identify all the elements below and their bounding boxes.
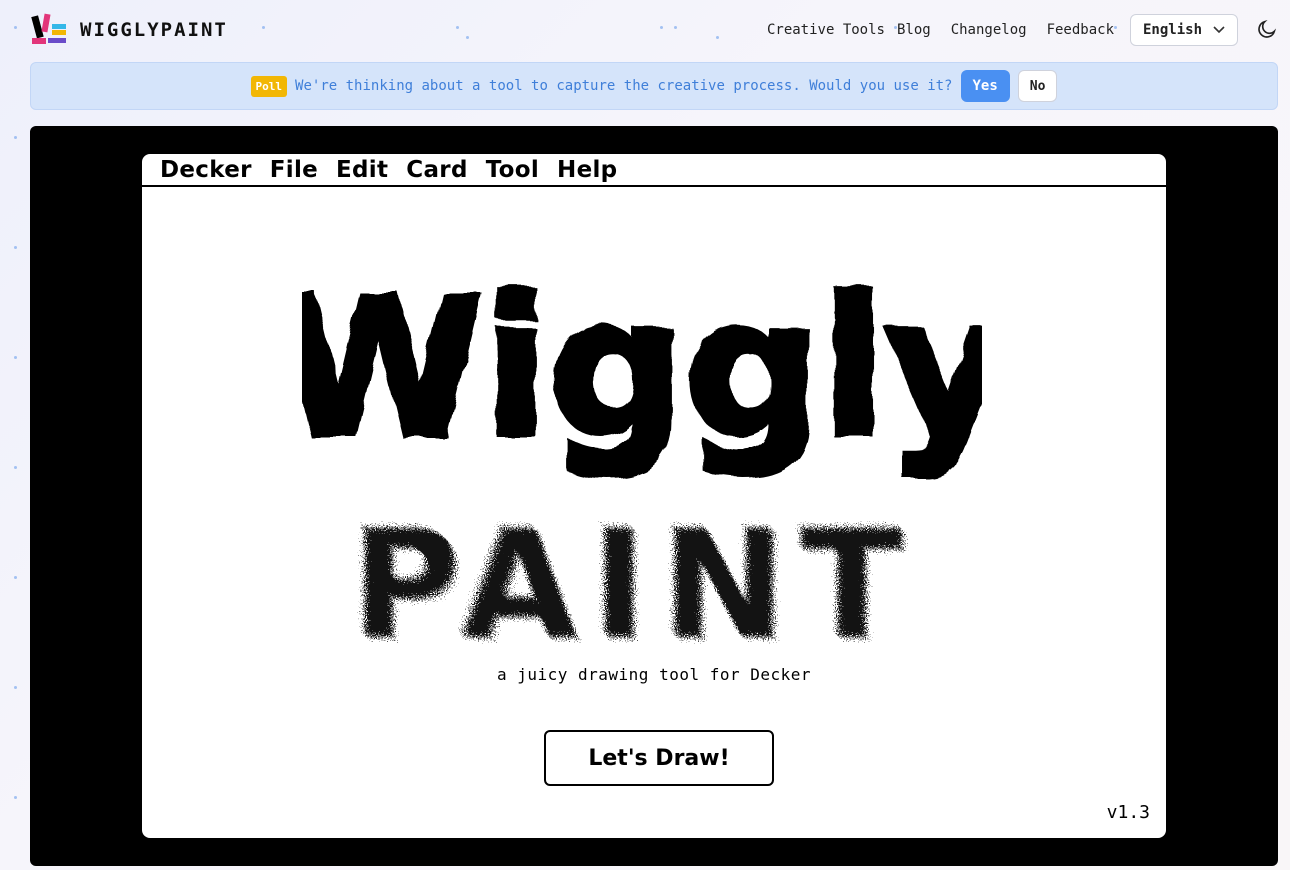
poll-no-button[interactable]: No (1017, 70, 1058, 102)
menu-edit[interactable]: Edit (336, 157, 388, 183)
decker-menubar: Decker File Edit Card Tool Help (142, 154, 1166, 187)
chevron-down-icon (1213, 22, 1225, 38)
language-value: English (1143, 22, 1203, 38)
menu-help[interactable]: Help (557, 157, 617, 183)
decker-screen: Decker File Edit Card Tool Help Wiggly P… (142, 154, 1166, 838)
lets-draw-button[interactable]: Let's Draw! (544, 730, 774, 786)
wiggly-paint-title-art: Wiggly PAINT (302, 259, 982, 659)
menu-decker[interactable]: Decker (160, 157, 252, 183)
site-header: WIGGLYPAINT Creative Tools Blog Changelo… (0, 0, 1290, 60)
poll-yes-button[interactable]: Yes (960, 70, 1010, 102)
menu-file[interactable]: File (270, 157, 318, 183)
menu-tool[interactable]: Tool (486, 157, 539, 183)
poll-banner: Poll We're thinking about a tool to capt… (30, 62, 1278, 110)
brand-logo[interactable]: WIGGLYPAINT (30, 12, 228, 48)
menu-card[interactable]: Card (406, 157, 467, 183)
nav-feedback[interactable]: Feedback (1047, 22, 1114, 38)
title-line-wiggly: Wiggly (302, 259, 982, 479)
poll-badge: Poll (250, 75, 288, 97)
nav-creative-tools[interactable]: Creative Tools (767, 22, 885, 38)
version-label: v1.3 (1106, 802, 1150, 823)
top-nav: Creative Tools Blog Changelog Feedback E… (767, 14, 1238, 46)
poll-question: We're thinking about a tool to capture t… (295, 78, 953, 94)
moon-icon[interactable] (1256, 18, 1278, 40)
app-frame: Decker File Edit Card Tool Help Wiggly P… (30, 126, 1278, 866)
tagline: a juicy drawing tool for Decker (496, 665, 812, 684)
language-select[interactable]: English (1130, 14, 1238, 46)
nav-changelog[interactable]: Changelog (951, 22, 1027, 38)
nav-blog[interactable]: Blog (897, 22, 931, 38)
brand-name: WIGGLYPAINT (80, 19, 228, 41)
pencil-logo-icon (30, 12, 70, 48)
title-line-paint: PAINT (351, 499, 917, 659)
